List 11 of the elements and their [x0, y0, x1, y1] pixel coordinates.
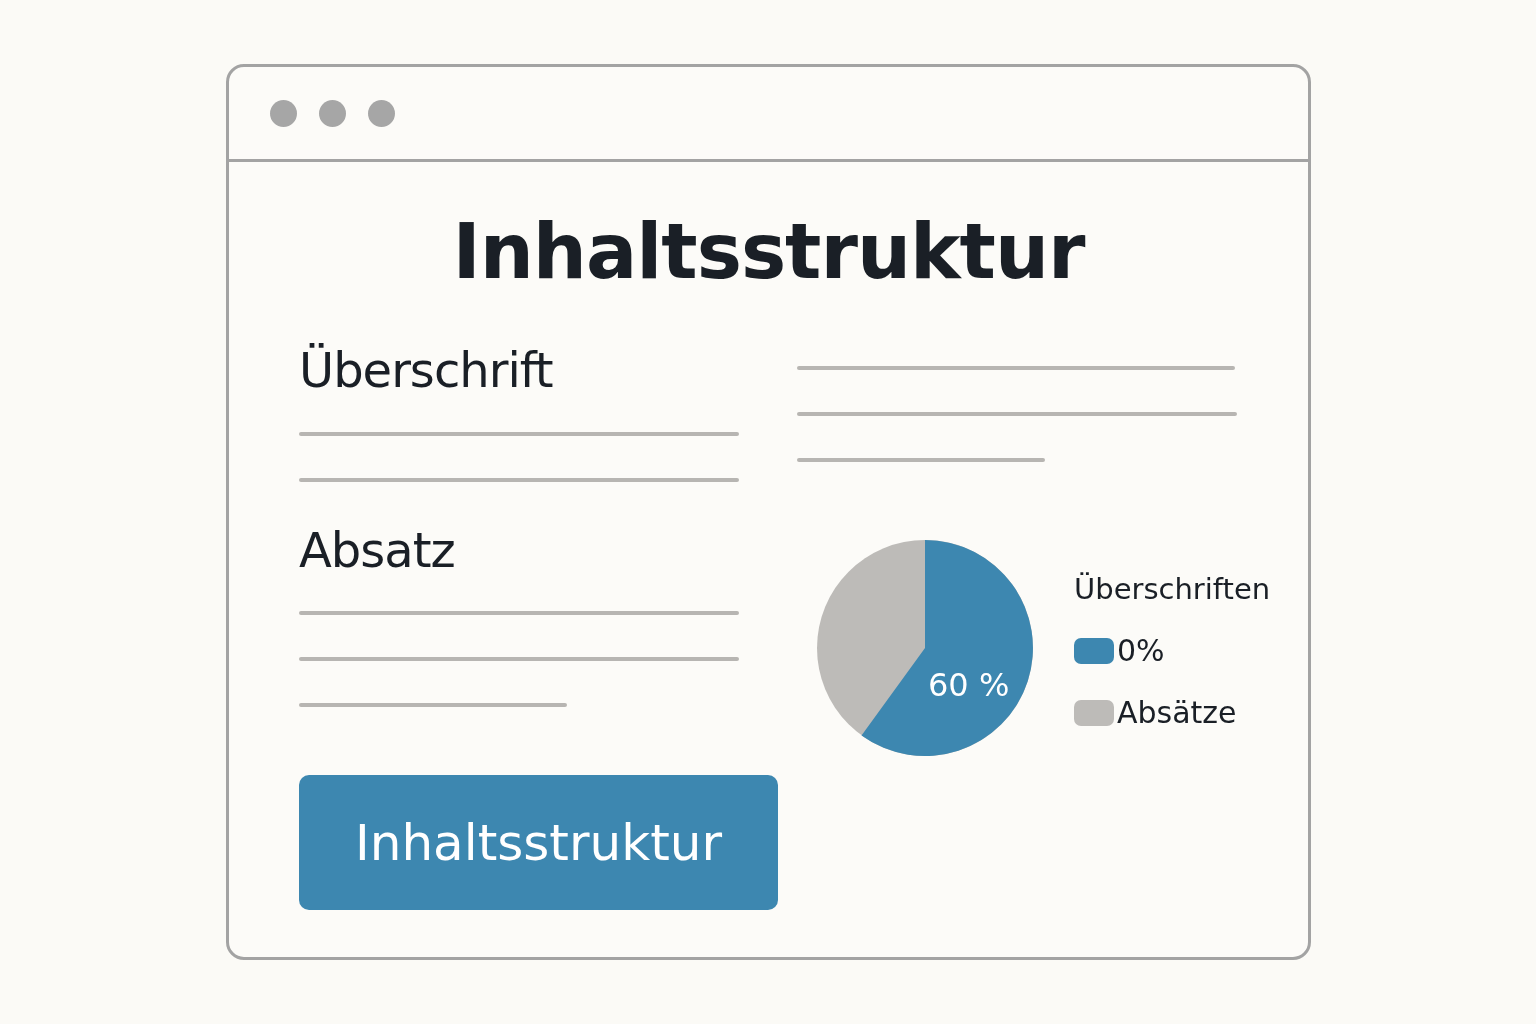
paragraph-heading: Absatz [299, 521, 455, 580]
structure-button[interactable]: Inhaltsstruktur [299, 775, 778, 910]
window-dot-icon [368, 99, 395, 127]
legend-title: Überschriften [1074, 571, 1271, 607]
legend-label: Absätze [1117, 695, 1237, 731]
window-dot-icon [270, 99, 297, 127]
page-title: Inhaltsstruktur [451, 206, 1087, 298]
legend-label: 0% [1117, 633, 1165, 669]
heading-text: Überschrift [299, 341, 553, 400]
percentage-label: 60 % [928, 666, 1010, 704]
window-dot-icon [319, 99, 346, 127]
